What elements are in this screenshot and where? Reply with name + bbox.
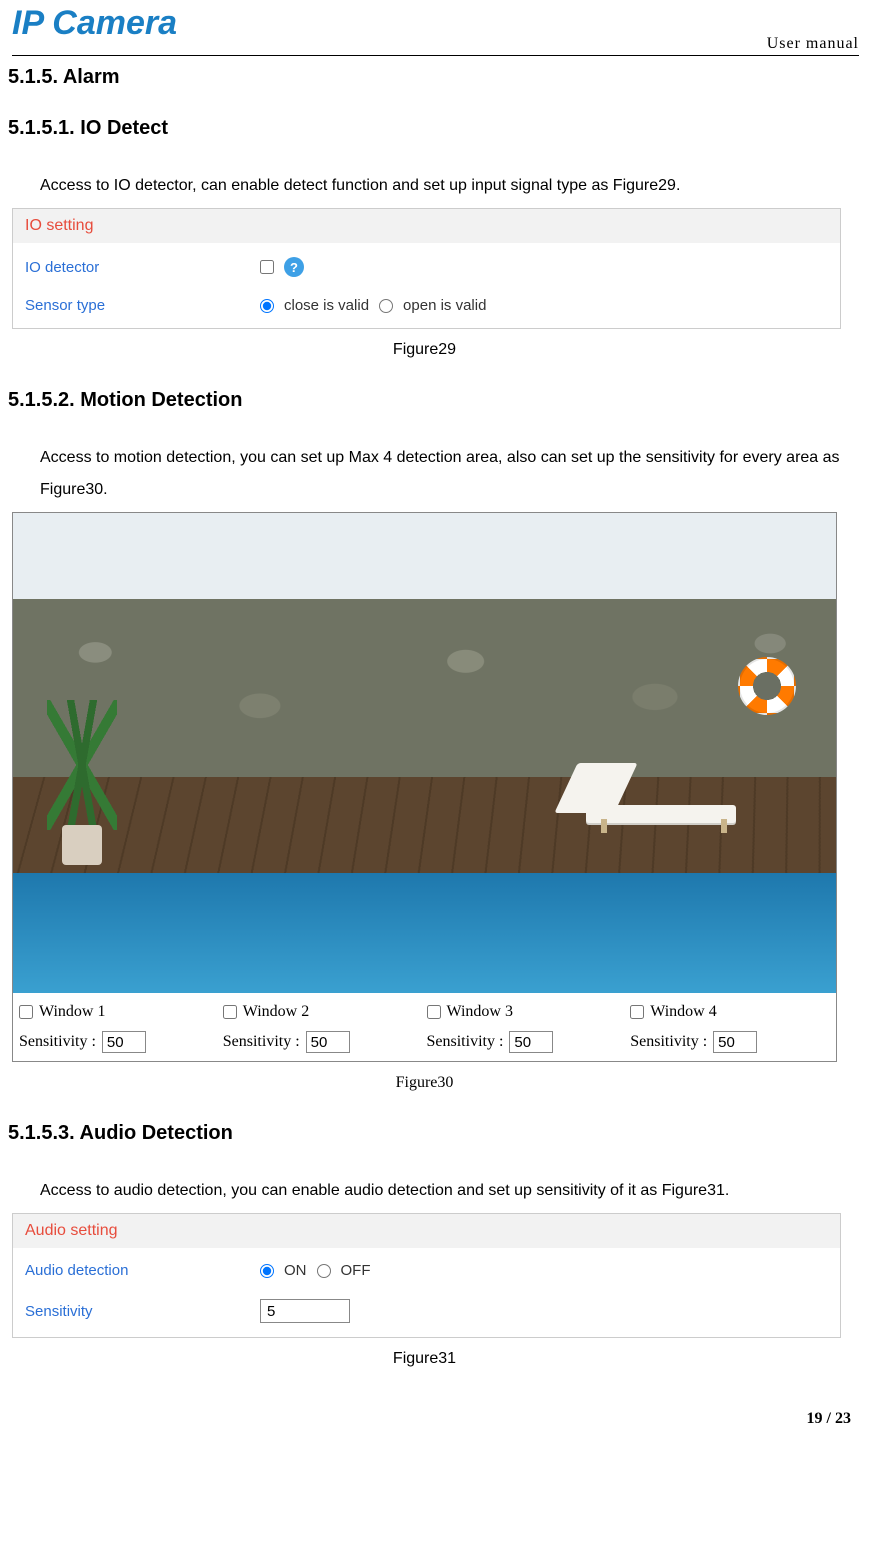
camera-preview[interactable] (13, 513, 836, 993)
audio-detection-row: Audio detection ON OFF (25, 1262, 828, 1279)
audio-setting-body: Audio detection ON OFF Sensitivity (13, 1248, 840, 1337)
io-detector-label: IO detector (25, 259, 260, 276)
windows-row: Window 1 Sensitivity : Window 2 Sensitiv… (13, 993, 836, 1053)
header-label: User manual (767, 35, 859, 53)
scene-plant (47, 695, 117, 865)
window-3-col: Window 3 Sensitivity : (427, 1003, 627, 1053)
paragraph-io-detect: Access to IO detector, can enable detect… (40, 170, 841, 202)
window-3-sens-label: Sensitivity : (427, 1033, 504, 1051)
sensor-open-label: open is valid (403, 297, 486, 314)
window-2-sens-label: Sensitivity : (223, 1033, 300, 1051)
paragraph-audio: Access to audio detection, you can enabl… (40, 1175, 841, 1207)
window-3-checkbox[interactable] (427, 1005, 441, 1019)
motion-detection-panel: Window 1 Sensitivity : Window 2 Sensitiv… (12, 512, 837, 1062)
io-setting-body: IO detector ? Sensor type close is valid… (13, 243, 840, 328)
window-4-label: Window 4 (650, 1003, 716, 1021)
window-3-label: Window 3 (447, 1003, 513, 1021)
window-2-checkbox[interactable] (223, 1005, 237, 1019)
window-1-sens-label: Sensitivity : (19, 1033, 96, 1051)
window-1-label: Window 1 (39, 1003, 105, 1021)
figure31-caption: Figure31 (8, 1350, 841, 1368)
window-1-col: Window 1 Sensitivity : (19, 1003, 219, 1053)
audio-on-radio[interactable] (260, 1264, 274, 1278)
audio-setting-title: Audio setting (13, 1214, 840, 1248)
heading-5-1-5-3: 5.1.5.3. Audio Detection (8, 1122, 841, 1145)
heading-5-1-5-1: 5.1.5.1. IO Detect (8, 117, 841, 140)
window-3-sens-input[interactable] (509, 1031, 553, 1053)
window-1-sens-input[interactable] (102, 1031, 146, 1053)
page-number: 19 / 23 (807, 1410, 851, 1428)
heading-5-1-5: 5.1.5. Alarm (8, 66, 841, 89)
window-2-label: Window 2 (243, 1003, 309, 1021)
window-1-checkbox[interactable] (19, 1005, 33, 1019)
audio-detection-label: Audio detection (25, 1262, 260, 1279)
io-detector-checkbox[interactable] (260, 260, 274, 274)
paragraph-motion: Access to motion detection, you can set … (40, 442, 841, 506)
sensor-open-radio[interactable] (379, 299, 393, 313)
audio-off-radio[interactable] (317, 1264, 331, 1278)
window-4-checkbox[interactable] (630, 1005, 644, 1019)
scene-pool (13, 873, 836, 993)
content: 5.1.5. Alarm 5.1.5.1. IO Detect Access t… (0, 56, 871, 1368)
audio-on-label: ON (284, 1262, 307, 1279)
window-4-col: Window 4 Sensitivity : (630, 1003, 830, 1053)
sensor-type-row: Sensor type close is valid open is valid (25, 297, 828, 314)
sensor-type-label: Sensor type (25, 297, 260, 314)
audio-sensitivity-input[interactable] (260, 1299, 350, 1323)
audio-setting-panel: Audio setting Audio detection ON OFF Sen… (12, 1213, 841, 1338)
window-4-sens-label: Sensitivity : (630, 1033, 707, 1051)
scene-wall (13, 599, 836, 777)
audio-sensitivity-row: Sensitivity (25, 1299, 828, 1323)
figure30-caption: Figure30 (8, 1074, 841, 1092)
page-header: IP Camera User manual (0, 0, 871, 56)
window-2-sens-input[interactable] (306, 1031, 350, 1053)
figure29-caption: Figure29 (8, 341, 841, 359)
window-4-sens-input[interactable] (713, 1031, 757, 1053)
audio-off-label: OFF (341, 1262, 371, 1279)
window-2-col: Window 2 Sensitivity : (223, 1003, 423, 1053)
sensor-close-radio[interactable] (260, 299, 274, 313)
sensor-close-label: close is valid (284, 297, 369, 314)
help-icon[interactable]: ? (284, 257, 304, 277)
audio-sensitivity-label: Sensitivity (25, 1303, 260, 1320)
io-setting-panel: IO setting IO detector ? Sensor type clo… (12, 208, 841, 329)
scene-lounger (546, 763, 746, 833)
heading-5-1-5-2: 5.1.5.2. Motion Detection (8, 389, 841, 412)
io-detector-row: IO detector ? (25, 257, 828, 277)
scene-lifebuoy (738, 657, 796, 715)
io-setting-title: IO setting (13, 209, 840, 243)
